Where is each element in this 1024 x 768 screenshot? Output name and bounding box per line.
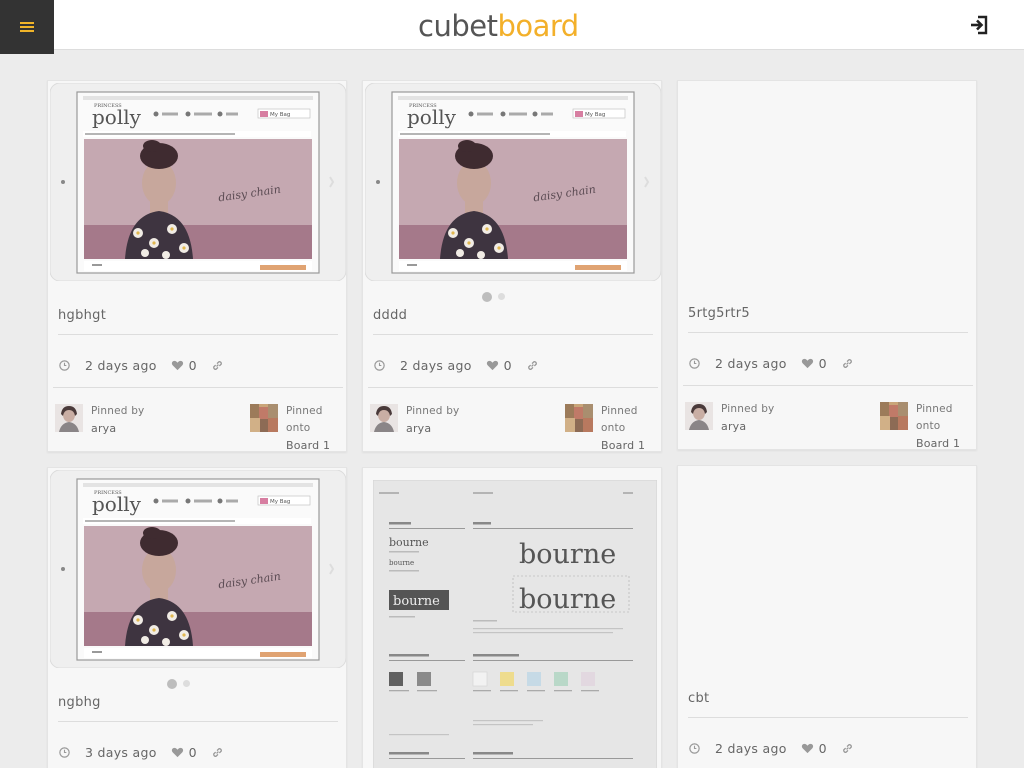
divider [688, 332, 968, 333]
heart-icon[interactable] [171, 359, 184, 372]
divider [373, 334, 653, 335]
avatar[interactable] [685, 402, 713, 430]
pin-card[interactable]: bourne bourne bourne bourne bourne [362, 467, 662, 768]
clock-icon [58, 359, 71, 372]
clock-icon [688, 742, 701, 755]
pin-card[interactable]: ngbhg 3 days ago 0 [47, 467, 347, 768]
pinned-onto-board[interactable]: Board 1 [286, 437, 345, 451]
avatar[interactable] [370, 404, 398, 432]
heart-icon[interactable] [801, 357, 814, 370]
heart-icon[interactable] [486, 359, 499, 372]
pin-meta: 2 days ago 0 [688, 740, 854, 756]
pin-meta: 3 days ago 0 [58, 744, 224, 760]
like-count: 0 [818, 740, 827, 756]
carousel-dots[interactable] [158, 679, 198, 691]
pinned-onto-label: Pinned onto [601, 405, 638, 434]
pinned-onto-block: Pinned onto Board 1 [601, 403, 660, 451]
like-count: 0 [188, 744, 197, 760]
doc-word: bourne [389, 559, 414, 567]
clock-icon [688, 357, 701, 370]
clock-icon [373, 359, 386, 372]
pinned-onto-block: Pinned onto Board 1 [916, 401, 975, 449]
pin-meta: 2 days ago 0 [58, 357, 224, 373]
pinned-by-label: Pinned by [406, 405, 460, 417]
pinned-by-user[interactable]: arya [406, 420, 459, 437]
pin-title[interactable]: hgbhgt [58, 308, 106, 323]
link-icon[interactable] [526, 359, 539, 372]
like-count: 0 [503, 357, 512, 373]
like-count: 0 [818, 355, 827, 371]
pin-image[interactable]: bourne bourne bourne bourne bourne [373, 480, 657, 768]
pin-meta: 2 days ago 0 [688, 355, 854, 371]
pinned-onto-block: Pinned onto Board 1 [286, 403, 345, 451]
pin-title[interactable]: ngbhg [58, 695, 101, 710]
heart-icon[interactable] [801, 742, 814, 755]
pin-title[interactable]: cbt [688, 691, 709, 706]
board-thumbnail[interactable] [880, 402, 908, 430]
top-bar: cubetboard [0, 0, 1024, 50]
pin-meta: 2 days ago 0 [373, 357, 539, 373]
divider [688, 717, 968, 718]
pinned-onto-board[interactable]: Board 1 [601, 437, 660, 451]
divider [683, 385, 973, 386]
divider [53, 387, 343, 388]
doc-word: bourne [393, 594, 440, 609]
pinned-by-label: Pinned by [91, 405, 145, 417]
clock-icon [58, 746, 71, 759]
pin-image[interactable] [365, 83, 661, 281]
sign-in-icon[interactable] [968, 14, 990, 36]
doc-word: bourne [519, 539, 616, 570]
pin-footer: Pinned by arya Pinned onto Board 1 [685, 401, 975, 449]
pin-image[interactable] [50, 470, 346, 668]
link-icon[interactable] [841, 742, 854, 755]
board-thumbnail[interactable] [250, 404, 278, 432]
pin-time: 2 days ago [715, 355, 787, 371]
link-icon[interactable] [841, 357, 854, 370]
divider [58, 721, 338, 722]
pinned-onto-label: Pinned onto [286, 405, 323, 434]
doc-word: bourne [389, 536, 429, 549]
avatar[interactable] [55, 404, 83, 432]
pin-footer: Pinned by arya Pinned onto Board 1 [55, 403, 345, 451]
divider [58, 334, 338, 335]
pin-card[interactable]: hgbhgt 2 days ago 0 Pinned by arya Pinne… [47, 80, 347, 452]
pinned-by-user[interactable]: arya [91, 420, 144, 437]
like-count: 0 [188, 357, 197, 373]
logo-text-cubet: cubet [418, 9, 498, 43]
pinned-by-block: Pinned by arya [721, 401, 774, 435]
heart-icon[interactable] [171, 746, 184, 759]
pin-footer: Pinned by arya Pinned onto Board 1 [370, 403, 660, 451]
hamburger-menu-icon[interactable] [0, 0, 54, 54]
pin-image[interactable] [50, 83, 346, 281]
pinned-by-block: Pinned by arya [406, 403, 459, 437]
divider [368, 387, 658, 388]
pinned-by-label: Pinned by [721, 403, 775, 415]
pinned-by-block: Pinned by arya [91, 403, 144, 437]
pinned-by-user[interactable]: arya [721, 418, 774, 435]
cubetboard-logo[interactable]: cubetboard [418, 8, 579, 44]
pin-title[interactable]: dddd [373, 308, 407, 323]
pin-card[interactable]: 5rtg5rtr5 2 days ago 0 Pinned by arya Pi… [677, 80, 977, 450]
pin-card[interactable]: cbt 2 days ago 0 [677, 465, 977, 768]
logo-text-board: board [497, 9, 579, 43]
pin-title[interactable]: 5rtg5rtr5 [688, 306, 750, 321]
carousel-dots[interactable] [473, 292, 513, 304]
doc-word: bourne [519, 584, 616, 615]
link-icon[interactable] [211, 746, 224, 759]
board-thumbnail[interactable] [565, 404, 593, 432]
pinned-onto-label: Pinned onto [916, 403, 953, 432]
pin-card[interactable]: dddd 2 days ago 0 Pinned by arya Pinned … [362, 80, 662, 452]
link-icon[interactable] [211, 359, 224, 372]
pin-time: 2 days ago [85, 357, 157, 373]
pin-time: 2 days ago [715, 740, 787, 756]
pin-time: 3 days ago [85, 744, 157, 760]
pin-time: 2 days ago [400, 357, 472, 373]
pinned-onto-board[interactable]: Board 1 [916, 435, 975, 449]
